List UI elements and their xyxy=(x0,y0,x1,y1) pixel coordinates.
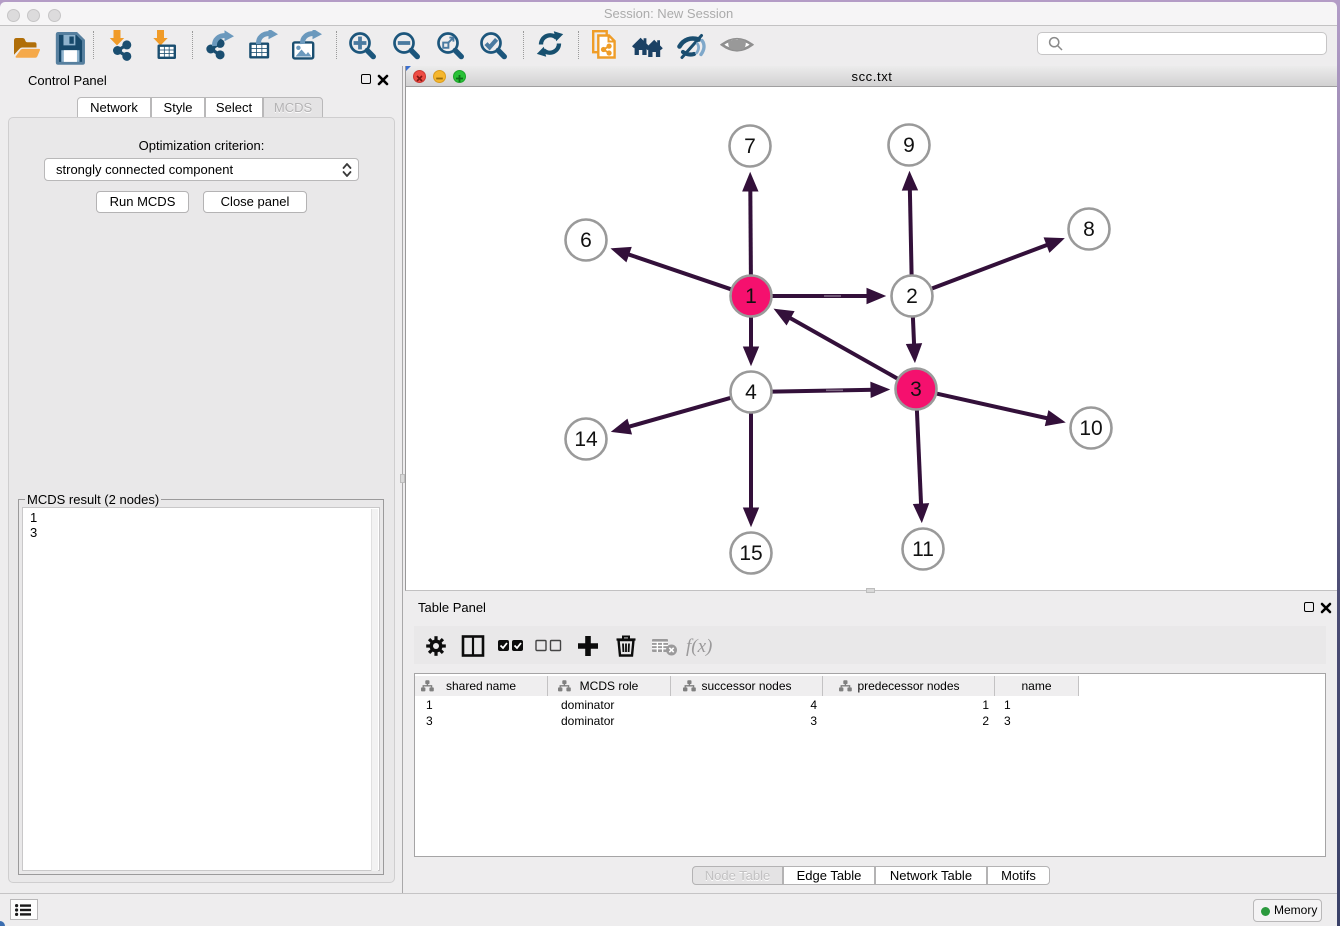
svg-text:6: 6 xyxy=(580,229,592,252)
svg-text:8: 8 xyxy=(1083,218,1095,241)
svg-text:11: 11 xyxy=(912,538,934,561)
svg-text:14: 14 xyxy=(574,428,598,451)
svg-text:10: 10 xyxy=(1079,417,1102,440)
svg-text:4: 4 xyxy=(745,381,757,404)
svg-text:9: 9 xyxy=(903,134,915,157)
svg-text:3: 3 xyxy=(910,378,922,401)
svg-text:2: 2 xyxy=(906,285,918,308)
svg-text:1: 1 xyxy=(745,285,757,308)
svg-text:7: 7 xyxy=(744,135,756,158)
svg-text:15: 15 xyxy=(739,542,762,565)
svg-text:f(x): f(x) xyxy=(686,636,712,657)
